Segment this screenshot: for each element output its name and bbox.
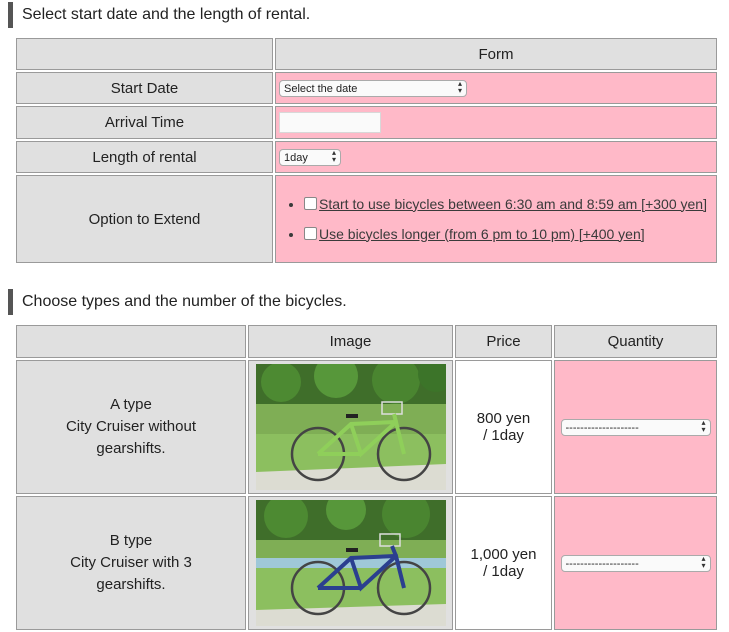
- bike-a-quantity-cell: -------------------- ▴ ▾: [554, 360, 717, 494]
- extend-late-checkbox[interactable]: [304, 226, 317, 240]
- length-of-rental-cell: 1day ▴ ▾: [275, 141, 717, 173]
- bike-b-type: B type: [109, 532, 153, 549]
- extend-late-link[interactable]: Use bicycles longer (from 6 pm to 10 pm)…: [319, 226, 645, 242]
- extend-early-link[interactable]: Start to use bicycles between 6:30 am an…: [319, 196, 707, 212]
- start-date-select-wrap[interactable]: Select the date ▴ ▾: [279, 79, 467, 98]
- price-header: Price: [455, 325, 552, 358]
- empty-header-cell: [16, 325, 246, 358]
- bike-a-label-cell: A type City Cruiser without gearshifts.: [16, 360, 246, 494]
- bike-b-price-cell: 1,000 yen / 1day: [455, 496, 552, 630]
- bike-b-per: / 1day: [483, 563, 524, 580]
- extend-options-list: Start to use bicycles between 6:30 am an…: [276, 195, 716, 244]
- section-heading-rental-text: Select start date and the length of rent…: [22, 6, 311, 23]
- start-date-select[interactable]: Select the date: [279, 80, 467, 98]
- option-to-extend-cell: Start to use bicycles between 6:30 am an…: [275, 175, 717, 263]
- bike-a-photo: [255, 364, 446, 490]
- section-heading-rental: Select start date and the length of rent…: [8, 2, 310, 28]
- bike-b-quantity-select[interactable]: --------------------: [560, 555, 711, 573]
- form-header: Form: [275, 38, 717, 70]
- bike-b-photo: [255, 500, 446, 626]
- arrival-time-label: Arrival Time: [16, 106, 273, 139]
- quantity-header: Quantity: [554, 325, 717, 358]
- rental-form-table: Form Start Date Select the date ▴ ▾ Arriv…: [14, 36, 719, 265]
- bike-b-quantity-cell: -------------------- ▴ ▾: [554, 496, 717, 630]
- bike-a-quantity-wrap[interactable]: -------------------- ▴ ▾: [560, 418, 711, 437]
- bike-a-desc: City Cruiser without gearshifts.: [65, 418, 197, 457]
- extend-early-checkbox[interactable]: [304, 196, 317, 210]
- bike-a-price-cell: 800 yen / 1day: [455, 360, 552, 494]
- extend-option-late: Use bicycles longer (from 6 pm to 10 pm)…: [304, 225, 716, 244]
- extend-option-early: Start to use bicycles between 6:30 am an…: [304, 195, 716, 214]
- bike-b-price: 1,000 yen: [470, 546, 537, 563]
- bike-a-type: A type: [110, 396, 152, 413]
- bike-b-desc: City Cruiser with 3 gearshifts.: [70, 554, 192, 593]
- empty-header-cell: [16, 38, 273, 70]
- arrival-time-input[interactable]: [279, 112, 381, 133]
- start-date-label: Start Date: [16, 72, 273, 104]
- length-of-rental-label: Length of rental: [16, 141, 273, 173]
- bike-b-label-cell: B type City Cruiser with 3 gearshifts.: [16, 496, 246, 630]
- bicycle-table: Image Price Quantity A type City Cruiser…: [14, 323, 719, 632]
- bike-b-quantity-wrap[interactable]: -------------------- ▴ ▾: [560, 554, 711, 573]
- image-header: Image: [248, 325, 453, 358]
- bike-b-image-cell: [248, 496, 453, 630]
- option-to-extend-label: Option to Extend: [16, 175, 273, 263]
- section-heading-bicycles: Choose types and the number of the bicyc…: [8, 289, 347, 315]
- section-heading-bicycles-text: Choose types and the number of the bicyc…: [22, 293, 347, 310]
- bike-a-image-cell: [248, 360, 453, 494]
- arrival-time-cell: [275, 106, 717, 139]
- start-date-cell: Select the date ▴ ▾: [275, 72, 717, 104]
- length-of-rental-select[interactable]: 1day: [279, 149, 341, 167]
- bike-a-price: 800 yen: [476, 410, 531, 427]
- bike-a-per: / 1day: [483, 427, 524, 444]
- bike-a-quantity-select[interactable]: --------------------: [560, 419, 711, 437]
- length-select-wrap[interactable]: 1day ▴ ▾: [279, 148, 341, 167]
